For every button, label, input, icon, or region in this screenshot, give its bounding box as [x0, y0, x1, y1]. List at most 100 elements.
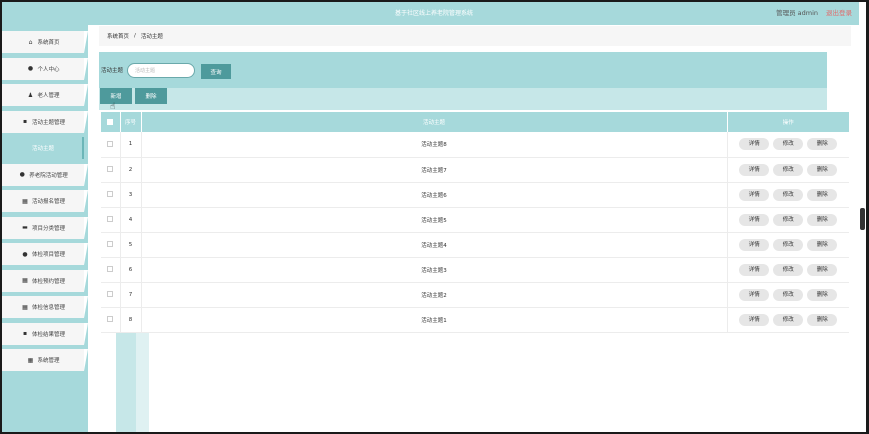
sidebar-item-label: 活动主题管理: [31, 119, 65, 126]
topic-icon: ▪: [22, 118, 28, 125]
search-bar: 活动主题 查询: [99, 52, 827, 88]
sidebar-item-system[interactable]: ▦ 系统管理: [2, 349, 88, 371]
edit-button[interactable]: 修改: [773, 163, 804, 176]
batch-delete-button[interactable]: 删除: [135, 88, 167, 104]
detail-button[interactable]: 详情: [739, 238, 770, 251]
user-label: 管理员 admin: [776, 9, 818, 17]
detail-button[interactable]: 详情: [739, 288, 770, 301]
grid-icon: ▦: [22, 277, 28, 284]
sidebar-item-checkup-results[interactable]: ▪ 体检结果管理: [2, 322, 88, 345]
detail-button[interactable]: 详情: [739, 138, 770, 151]
edit-button[interactable]: 修改: [773, 263, 804, 276]
detail-button[interactable]: 详情: [739, 313, 770, 326]
row-checkbox[interactable]: [107, 191, 114, 198]
row-actions: 详情 修改 删除: [727, 207, 849, 233]
row-topic: 活动主题6: [141, 182, 728, 208]
row-index: 1: [120, 132, 142, 158]
sidebar-item-label: 系统管理: [37, 358, 60, 364]
table-row: 5 活动主题4 详情 修改 删除: [101, 232, 849, 258]
row-topic: 活动主题1: [141, 307, 728, 333]
table-row: 8 活动主题1 详情 修改 删除: [101, 307, 849, 333]
delete-button[interactable]: 删除: [807, 163, 838, 176]
row-actions: 详情 修改 删除: [727, 307, 849, 333]
row-actions: 详情 修改 删除: [727, 157, 849, 183]
sidebar-item-signups[interactable]: ▦ 活动报名管理: [2, 190, 88, 212]
table-row: 2 活动主题7 详情 修改 删除: [101, 157, 849, 183]
sidebar-item-label: 体检结果管理: [31, 331, 65, 338]
breadcrumb: 系统首页 / 活动主题: [99, 26, 851, 46]
row-index: 5: [120, 232, 142, 258]
edit-button[interactable]: 修改: [773, 238, 804, 251]
search-button[interactable]: 查询: [201, 64, 231, 79]
detail-button[interactable]: 详情: [739, 163, 770, 176]
mouse-pointer-icon: ☝: [110, 102, 116, 112]
table-row: 4 活动主题5 详情 修改 删除: [101, 207, 849, 233]
detail-button[interactable]: 详情: [739, 188, 770, 201]
row-checkbox[interactable]: [107, 291, 114, 298]
edit-button[interactable]: 修改: [773, 288, 804, 301]
detail-button[interactable]: 详情: [739, 263, 770, 276]
sidebar: ⌂ 系统首页 ● 个人中心 ♟ 老人管理 ▪ 活动主题管理 活动主题 ● 养老院活动管理 ▦ 活动报名管…: [2, 25, 88, 432]
user-icon: ●: [22, 250, 28, 258]
action-bar: 新增 删除: [99, 88, 827, 110]
row-checkbox[interactable]: [107, 141, 114, 147]
logout-link[interactable]: 退出登录: [826, 2, 852, 25]
briefcase-icon: ▬: [22, 224, 28, 231]
add-button[interactable]: 新增: [100, 88, 132, 104]
delete-button[interactable]: 删除: [807, 213, 838, 226]
delete-button[interactable]: 删除: [807, 138, 838, 151]
row-actions: 详情 修改 删除: [727, 182, 849, 208]
grid-icon: ▦: [22, 197, 28, 205]
row-checkbox[interactable]: [107, 266, 114, 273]
sidebar-item-profile[interactable]: ● 个人中心: [2, 57, 88, 80]
edit-button[interactable]: 修改: [773, 213, 804, 226]
edit-button[interactable]: 修改: [773, 188, 804, 201]
sidebar-item-categories[interactable]: ▬ 项目分类管理: [2, 216, 88, 239]
row-actions: 详情 修改 删除: [727, 132, 849, 158]
clipboard-icon: ▪: [22, 330, 28, 337]
vertical-scrollbar[interactable]: [859, 2, 866, 432]
sidebar-item-topic-management[interactable]: ▪ 活动主题管理: [2, 110, 88, 133]
scrollbar-thumb[interactable]: [860, 208, 865, 230]
select-all-checkbox[interactable]: [107, 118, 114, 125]
row-index: 6: [120, 257, 142, 283]
row-actions: 详情 修改 删除: [727, 257, 849, 283]
select-cell: [101, 257, 121, 283]
breadcrumb-current: 活动主题: [140, 34, 163, 40]
sidebar-item-checkup-info[interactable]: ▦ 体检信息管理: [2, 296, 88, 318]
table-row: 3 活动主题6 详情 修改 删除: [101, 182, 849, 208]
detail-button[interactable]: 详情: [739, 213, 770, 226]
apps-icon: ▦: [27, 356, 34, 364]
search-input[interactable]: [127, 63, 195, 78]
delete-button[interactable]: 删除: [807, 263, 838, 276]
edit-button[interactable]: 修改: [773, 313, 804, 326]
delete-button[interactable]: 删除: [807, 188, 838, 201]
pin-icon: ●: [19, 171, 25, 178]
select-cell: [101, 132, 121, 158]
select-cell: [101, 207, 121, 233]
row-checkbox[interactable]: [107, 316, 114, 323]
sidebar-item-activities[interactable]: ● 养老院活动管理: [2, 163, 88, 186]
delete-button[interactable]: 删除: [807, 313, 838, 326]
sidebar-item-home[interactable]: ⌂ 系统首页: [2, 31, 88, 53]
row-checkbox[interactable]: [107, 166, 114, 173]
system-title: 基于社区线上养老院管理系统: [394, 10, 473, 17]
topic-table: 序号 活动主题 操作 1 活动主题8 详情 修改 删除 2 活动主题7 详情 修改 删除 3 活动主题…: [101, 112, 849, 333]
breadcrumb-home[interactable]: 系统首页: [107, 32, 129, 40]
sidebar-item-elders[interactable]: ♟ 老人管理: [2, 84, 88, 106]
sidebar-item-checkup-items[interactable]: ● 体检项目管理: [2, 243, 88, 265]
delete-button[interactable]: 删除: [807, 238, 838, 251]
edit-button[interactable]: 修改: [773, 138, 804, 151]
row-checkbox[interactable]: [107, 241, 114, 248]
select-cell: [101, 157, 121, 183]
row-checkbox[interactable]: [107, 216, 114, 223]
topic-column-header: 活动主题: [141, 112, 728, 132]
grid-icon: ▦: [22, 303, 28, 311]
elder-icon: ♟: [27, 91, 34, 99]
select-cell: [101, 182, 121, 208]
top-header: 基于社区线上养老院管理系统 管理员 admin 退出登录: [2, 2, 866, 25]
sidebar-item-label: 系统首页: [37, 40, 60, 46]
sidebar-item-topic[interactable]: 活动主题: [2, 137, 84, 159]
sidebar-item-checkup-booking[interactable]: ▦ 体检预约管理: [2, 269, 88, 292]
delete-button[interactable]: 删除: [807, 288, 838, 301]
